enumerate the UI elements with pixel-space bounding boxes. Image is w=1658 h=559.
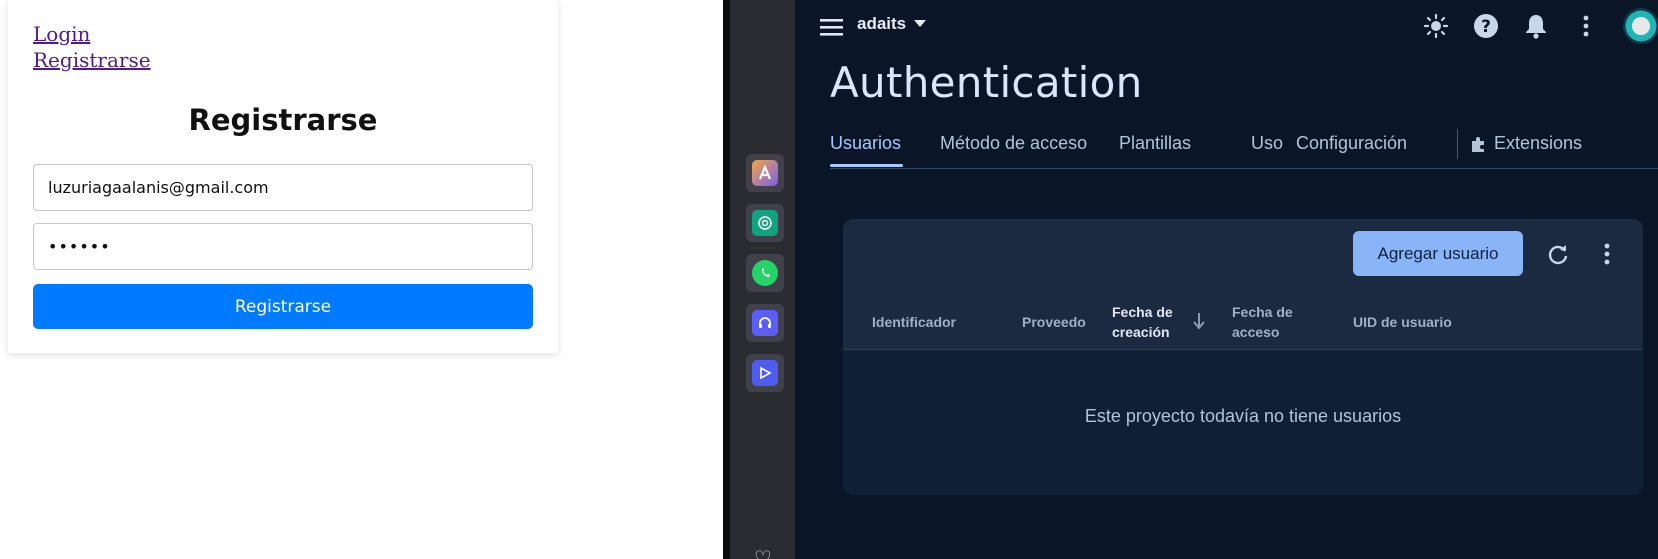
- rail-item-play[interactable]: [746, 354, 784, 392]
- refresh-icon[interactable]: [1543, 239, 1573, 269]
- chevron-down-icon: [914, 20, 927, 27]
- column-fecha-creacion[interactable]: Fecha de creación: [1112, 302, 1173, 342]
- active-tab-indicator: [830, 164, 903, 167]
- column-proveedor[interactable]: Proveedo: [1022, 312, 1086, 332]
- svg-text:?: ?: [1481, 17, 1491, 37]
- sort-arrow-down-icon[interactable]: [1192, 312, 1206, 335]
- login-link[interactable]: Login: [33, 22, 90, 46]
- column-fecha-creacion-line1: Fecha de: [1112, 304, 1173, 320]
- arc-app-icon: [752, 160, 778, 186]
- tab-bar: Usuarios Método de acceso Plantillas Uso…: [830, 125, 1658, 169]
- tab-extensions[interactable]: Extensions: [1470, 133, 1582, 154]
- notifications-bell-icon[interactable]: [1521, 11, 1551, 41]
- page-title: Authentication: [830, 58, 1143, 107]
- menu-icon[interactable]: [819, 15, 845, 39]
- password-field[interactable]: ••••••: [33, 223, 533, 270]
- register-card: Login Registrarse Registrarse luzuriagaa…: [8, 0, 558, 353]
- tab-uso[interactable]: Uso: [1251, 133, 1283, 154]
- headset-icon: [752, 310, 778, 336]
- tab-configuracion[interactable]: Configuración: [1296, 133, 1407, 154]
- rail-item-headset[interactable]: [746, 304, 784, 342]
- help-icon[interactable]: ?: [1471, 11, 1501, 41]
- tab-extensions-label: Extensions: [1494, 133, 1583, 153]
- column-identificador[interactable]: Identificador: [872, 312, 956, 332]
- avatar[interactable]: [1623, 8, 1658, 44]
- project-name: adaits: [857, 14, 907, 33]
- table-body: Este proyecto todavía no tiene usuarios: [843, 350, 1643, 495]
- register-submit-button[interactable]: Registrarse: [33, 284, 533, 329]
- table-header: Identificador Proveedo Fecha de creación…: [843, 295, 1643, 350]
- register-link[interactable]: Registrarse: [33, 48, 151, 72]
- column-fecha-acceso-line1: Fecha de: [1232, 304, 1293, 320]
- more-vert-icon[interactable]: [1571, 11, 1601, 41]
- tab-plantillas[interactable]: Plantillas: [1119, 133, 1191, 154]
- heart-icon[interactable]: ♡: [754, 546, 772, 559]
- column-fecha-acceso[interactable]: Fecha de acceso: [1232, 302, 1293, 342]
- form-title: Registrarse: [188, 103, 378, 137]
- add-user-button[interactable]: Agregar usuario: [1353, 231, 1523, 276]
- rail-item-chatgpt[interactable]: [746, 204, 784, 242]
- column-fecha-creacion-line2: creación: [1112, 324, 1170, 340]
- app-rail: ♡: [730, 0, 795, 559]
- tab-metodo-de-acceso[interactable]: Método de acceso: [940, 133, 1087, 154]
- chatgpt-icon: [752, 210, 778, 236]
- play-arrow-icon: [752, 360, 778, 386]
- rail-item-whatsapp[interactable]: [746, 254, 784, 292]
- whatsapp-icon: [752, 260, 778, 286]
- tab-separator: [1457, 129, 1458, 159]
- theme-toggle-sun-icon[interactable]: [1421, 11, 1451, 41]
- top-bar: adaits ?: [795, 0, 1658, 56]
- window-divider: [723, 0, 730, 559]
- rail-item-arc[interactable]: [746, 154, 784, 192]
- extension-icon: [1472, 136, 1484, 152]
- project-selector[interactable]: adaits: [857, 14, 927, 34]
- screen: Login Registrarse Registrarse luzuriagaa…: [0, 0, 1658, 559]
- email-field[interactable]: luzuriagaalanis@gmail.com: [33, 164, 533, 211]
- firebase-console: adaits ? Authentication Usuarios Método …: [795, 0, 1658, 559]
- web-page: Login Registrarse Registrarse luzuriagaa…: [0, 0, 725, 559]
- users-panel: Agregar usuario Identificador Proveedo F…: [843, 219, 1643, 495]
- panel-more-vert-icon[interactable]: [1592, 239, 1622, 269]
- column-uid[interactable]: UID de usuario: [1353, 312, 1452, 332]
- tab-usuarios[interactable]: Usuarios: [830, 133, 901, 154]
- empty-state-message: Este proyecto todavía no tiene usuarios: [1084, 406, 1402, 426]
- column-fecha-acceso-line2: acceso: [1232, 324, 1280, 340]
